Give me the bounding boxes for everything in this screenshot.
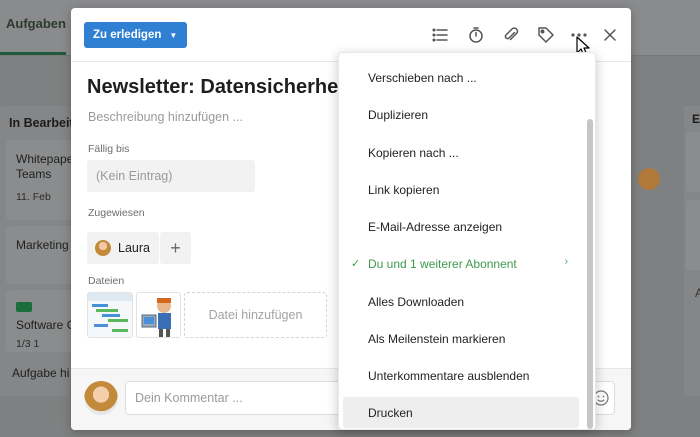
column-right-letter: A (695, 286, 700, 300)
task-title[interactable]: Newsletter: Datensicherheit (87, 76, 350, 99)
menu-item-show-email[interactable]: E-Mail-Adresse anzeigen (343, 211, 579, 242)
tag-icon[interactable] (536, 25, 556, 45)
chevron-down-icon: ▼ (169, 30, 178, 40)
check-icon: ✓ (351, 258, 361, 270)
file-thumbnail[interactable] (87, 292, 133, 338)
file-thumbnail[interactable] (136, 292, 181, 338)
menu-item-copy[interactable]: Kopieren nach ... (343, 137, 579, 168)
avatar (84, 381, 118, 415)
column-title: In Bearbeit (9, 116, 74, 130)
description-field[interactable]: Beschreibung hinzufügen ... (88, 110, 243, 124)
menu-item-label: Verschieben nach ... (368, 70, 477, 85)
menu-item-subscribers[interactable]: ✓ Du und 1 weiterer Abonnent › (343, 248, 579, 279)
files-label: Dateien (88, 275, 125, 287)
chevron-right-icon: › (564, 256, 568, 267)
add-file-button[interactable]: Datei hinzufügen (184, 292, 327, 338)
avatar (95, 240, 111, 256)
menu-item-print[interactable]: Drucken (343, 397, 579, 428)
menu-item-label: E-Mail-Adresse anzeigen (368, 219, 503, 234)
menu-item-duplicate[interactable]: Duplizieren (343, 99, 579, 130)
card-meta: 1/3 1 (16, 338, 40, 350)
status-dropdown-button[interactable]: Zu erledigen ▼ (84, 22, 188, 48)
menu-item-mark-milestone[interactable]: Als Meilenstein markieren (343, 323, 579, 354)
board-card[interactable]: Marketing (6, 226, 76, 284)
more-options-menu: Verschieben nach ... Duplizieren Kopiere… (338, 52, 596, 430)
menu-item-label: Als Meilenstein markieren (368, 331, 506, 346)
card-title: Software C (16, 318, 76, 332)
menu-item-move[interactable]: Verschieben nach ... (343, 62, 579, 93)
menu-item-label: Unterkommentare ausblenden (368, 368, 530, 383)
menu-item-label: Du und 1 weiterer Abonnent (368, 256, 517, 271)
due-date-field[interactable]: (Kein Eintrag) (87, 160, 255, 192)
menu-item-label: Alles Downloaden (368, 294, 465, 309)
tab-aufgaben[interactable]: Aufgaben (6, 16, 66, 31)
board-card-right[interactable] (686, 132, 700, 192)
menu-item-copy-link[interactable]: Link kopieren (343, 174, 579, 205)
menu-item-label: Link kopieren (368, 182, 440, 197)
board-card[interactable]: Whitepape Teams 11. Feb (6, 140, 76, 220)
board-card-right[interactable] (686, 200, 700, 270)
assignee-name: Laura (118, 241, 150, 255)
menu-scrollbar[interactable] (587, 119, 593, 429)
card-date: 11. Feb (16, 191, 51, 203)
card-label-badge (16, 302, 32, 312)
assigned-label: Zugewiesen (88, 207, 145, 219)
menu-item-download-all[interactable]: Alles Downloaden (343, 286, 579, 317)
status-label: Zu erledigen (93, 29, 162, 41)
menu-item-label: Duplizieren (368, 107, 429, 122)
menu-item-hide-subcomments[interactable]: Unterkommentare ausblenden (343, 360, 579, 391)
checklist-icon[interactable] (430, 25, 450, 45)
card-title: Marketing (16, 238, 69, 252)
close-icon[interactable] (600, 25, 620, 45)
due-date-label: Fällig bis (88, 143, 130, 155)
add-task-link[interactable]: Aufgabe hi (12, 366, 69, 380)
timer-icon[interactable] (466, 25, 486, 45)
column-title-right: E (692, 112, 700, 126)
paperclip-icon[interactable] (501, 25, 521, 45)
card-title: Whitepape (16, 152, 74, 166)
assignee-chip[interactable]: Laura (87, 232, 159, 264)
menu-item-label: Kopieren nach ... (368, 145, 459, 160)
board-card[interactable]: Software C 1/3 1 (6, 290, 76, 352)
add-assignee-button[interactable]: + (160, 232, 191, 264)
card-title-line2: Teams (16, 167, 52, 181)
menu-item-label: Drucken (368, 405, 413, 420)
avatar (638, 168, 660, 190)
tab-active-underline (0, 52, 66, 55)
